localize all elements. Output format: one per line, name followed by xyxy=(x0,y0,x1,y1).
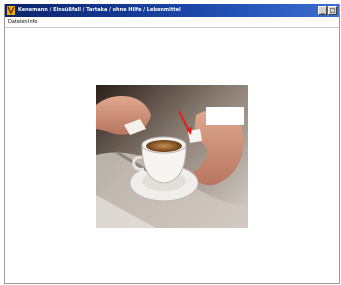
coffee-crema xyxy=(146,140,182,152)
coffee-photo xyxy=(96,85,248,228)
title-bar[interactable]: Kenemann / Einsüßfall / Tartaka / ohne H… xyxy=(5,4,339,17)
menu-item-dateien[interactable]: Dateien xyxy=(8,18,28,26)
app-icon xyxy=(7,6,15,15)
maximize-button[interactable]: □ xyxy=(328,6,337,15)
menu-bar: Dateien Info xyxy=(5,17,339,28)
coffee-photo-illustration xyxy=(96,85,248,228)
label-box xyxy=(206,107,244,125)
window-title: Kenemann / Einsüßfall / Tartaka / ohne H… xyxy=(18,7,181,13)
minimize-button[interactable]: _ xyxy=(318,6,327,15)
menu-item-info[interactable]: Info xyxy=(28,18,37,26)
